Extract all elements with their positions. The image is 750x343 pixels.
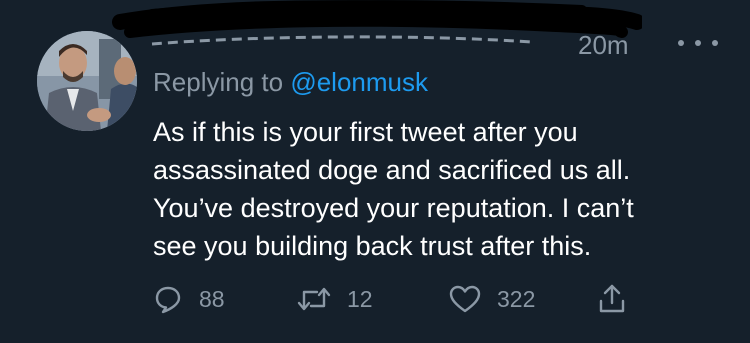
heart-icon [449, 284, 481, 314]
tweet-text-line: see you building back trust after this. [153, 231, 592, 261]
retweet-count: 12 [347, 285, 373, 312]
reply-count: 88 [199, 285, 225, 312]
share-button[interactable] [597, 283, 627, 315]
replying-to-label: Replying to [153, 67, 291, 97]
reply-button[interactable]: 88 [153, 283, 225, 315]
like-button[interactable]: 322 [449, 283, 535, 315]
reply-icon [153, 284, 183, 314]
reply-mention-link[interactable]: @elonmusk [290, 67, 428, 97]
retweet-button[interactable]: 12 [297, 283, 373, 315]
replying-to: Replying to @elonmusk [153, 67, 428, 98]
tweet-text-line: As if this is your first tweet after you [153, 117, 578, 147]
more-dots-icon[interactable] [678, 36, 718, 50]
share-icon [597, 283, 627, 315]
tweet-actions: 88 12 322 [153, 283, 653, 315]
tweet-text-line: You’ve destroyed your reputation. I can’… [153, 193, 634, 223]
tweet-card[interactable]: 20m Replying to @elonmusk As if this is … [0, 0, 750, 343]
tweet-text-line: assassinated doge and sacrificed us all. [153, 155, 631, 185]
retweet-icon [297, 284, 331, 314]
tweet-text: As if this is your first tweet after you… [153, 113, 723, 265]
like-count: 322 [497, 285, 536, 312]
tweet-timestamp[interactable]: 20m [578, 30, 629, 61]
name-redaction-scribble [112, 0, 642, 46]
